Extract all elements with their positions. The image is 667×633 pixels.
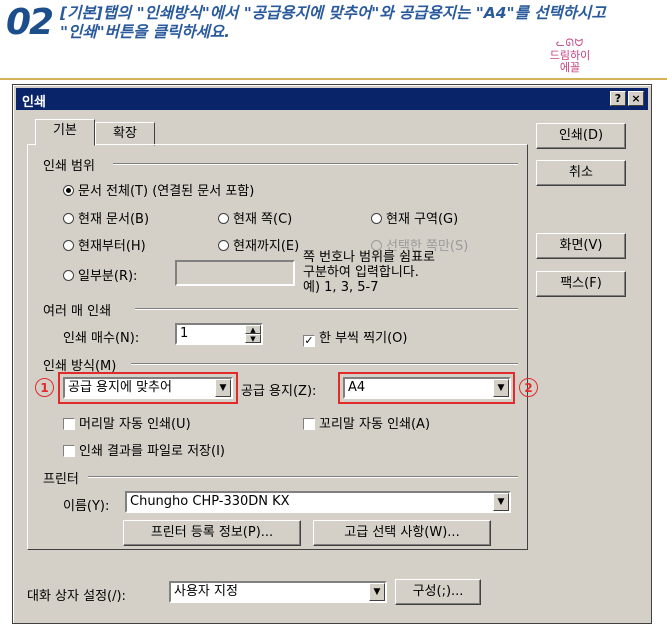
radio-all-dot (63, 185, 74, 196)
partial-range-hint: 쪽 번호나 범위를 쉼표로 구분하여 입력합니다. 예) 1, 3, 5-7 (303, 250, 435, 295)
print-method-divider (131, 363, 518, 365)
print-to-file-label: 인쇄 결과를 파일로 저장(I) (79, 444, 225, 459)
multi-print-divider (135, 308, 518, 310)
fax-button[interactable]: 팩스(F) (536, 271, 626, 297)
print-to-file-checkbox[interactable]: 인쇄 결과를 파일로 저장(I) (63, 440, 225, 459)
footer-auto-label: 꼬리말 자동 인쇄(A) (319, 417, 431, 432)
header-auto-checkbox[interactable]: 머리말 자동 인쇄(U) (63, 413, 191, 432)
chevron-down-icon[interactable]: ▼ (369, 583, 385, 601)
radio-current-section-dot (371, 213, 382, 224)
printer-label: 프린터 (43, 472, 79, 487)
radio-to-current[interactable]: 현재까지(E) (218, 235, 299, 254)
printer-name-select[interactable]: Chungho CHP-330DN KX ▼ (125, 491, 511, 513)
print-dialog: 인쇄 ? × 기본 확장 인쇄 범위 문서 전체(T) (연결된 문서 포함) … (12, 84, 652, 624)
multi-print-label: 여러 매 인쇄 (43, 304, 112, 319)
advanced-options-button[interactable]: 고급 선택 사항(W)... (313, 520, 491, 546)
tab-panel (27, 144, 528, 550)
radio-all[interactable]: 문서 전체(T) (연결된 문서 포함) (63, 180, 254, 199)
footer-auto-box (303, 418, 315, 430)
step-number: 02 (6, 2, 54, 43)
radio-current-section-label: 현재 구역(G) (386, 212, 459, 227)
spin-down-arrow-icon[interactable]: ▼ (245, 334, 261, 343)
brand-logo: ᓚᘏᗢ 드림하이 에꼴 (530, 38, 610, 74)
instruction-text: [기본]탭의 "인쇄방식"에서 "공급용지에 맞추어"와 공급용지는 "A4"를… (60, 4, 606, 41)
instruction-header: 02 [기본]탭의 "인쇄방식"에서 "공급용지에 맞추어"와 공급용지는 "A… (0, 0, 667, 82)
radio-current-doc[interactable]: 현재 문서(B) (63, 208, 149, 227)
close-button[interactable]: × (628, 91, 644, 106)
radio-current-page-dot (218, 213, 229, 224)
dialog-title: 인쇄 (22, 95, 46, 110)
dialog-settings-label: 대화 상자 설정(/): (27, 589, 126, 604)
dialog-settings-select[interactable]: 사용자 지정 ▼ (169, 581, 387, 603)
help-button[interactable]: ? (610, 91, 626, 106)
header-auto-label: 머리말 자동 인쇄(U) (79, 417, 191, 432)
copies-spinner[interactable]: 1 ▲ ▼ (175, 323, 263, 345)
radio-from-current[interactable]: 현재부터(H) (63, 235, 146, 254)
radio-to-current-dot (218, 240, 229, 251)
print-range-divider (113, 163, 518, 165)
radio-all-label: 문서 전체(T) (연결된 문서 포함) (78, 184, 255, 199)
tab-expand[interactable]: 확장 (95, 122, 155, 146)
annotation-circle-2: 2 (519, 378, 538, 397)
print-range-label: 인쇄 범위 (43, 159, 95, 174)
highlight-box-method (58, 372, 238, 404)
partial-range-input[interactable] (175, 260, 295, 286)
radio-partial-dot (63, 270, 74, 281)
printer-divider (88, 476, 518, 478)
printer-name-value: Chungho CHP-330DN KX (130, 494, 290, 509)
radio-current-section[interactable]: 현재 구역(G) (371, 208, 458, 227)
collate-checkbox[interactable]: ✓ 한 부씩 찍기(O) (303, 327, 407, 347)
radio-current-page-label: 현재 쪽(C) (233, 212, 293, 227)
radio-current-doc-label: 현재 문서(B) (78, 212, 150, 227)
paper-label: 공급 용지(Z): (241, 384, 317, 399)
cancel-button[interactable]: 취소 (536, 160, 626, 186)
spin-up-arrow-icon[interactable]: ▲ (245, 325, 261, 334)
preview-button[interactable]: 화면(V) (536, 233, 626, 259)
print-to-file-box (63, 445, 75, 457)
header-auto-box (63, 418, 75, 430)
configure-button[interactable]: 구성(;)... (395, 579, 481, 605)
radio-from-current-label: 현재부터(H) (78, 239, 146, 254)
footer-auto-checkbox[interactable]: 꼬리말 자동 인쇄(A) (303, 413, 430, 432)
radio-to-current-label: 현재까지(E) (233, 239, 300, 254)
header-divider (0, 78, 667, 80)
collate-check-icon: ✓ (303, 334, 315, 347)
collate-label: 한 부씩 찍기(O) (319, 331, 408, 346)
title-bar: 인쇄 ? × (16, 88, 648, 110)
radio-partial-label: 일부분(R): (78, 269, 138, 284)
radio-from-current-dot (63, 240, 74, 251)
tab-basic[interactable]: 기본 (35, 119, 95, 146)
printer-properties-button[interactable]: 프린터 등록 정보(P)... (123, 520, 301, 546)
radio-current-page[interactable]: 현재 쪽(C) (218, 208, 292, 227)
dialog-settings-value: 사용자 지정 (174, 584, 238, 599)
annotation-circle-1: 1 (35, 378, 54, 397)
highlight-box-paper (338, 372, 515, 404)
copies-label: 인쇄 매수(N): (63, 331, 140, 346)
printer-name-label: 이름(Y): (63, 499, 110, 514)
print-button[interactable]: 인쇄(D) (536, 123, 626, 149)
copies-value: 1 (180, 326, 189, 341)
radio-partial[interactable]: 일부분(R): (63, 265, 137, 284)
logo-line2: 에꼴 (559, 61, 581, 74)
radio-current-doc-dot (63, 213, 74, 224)
chevron-down-icon[interactable]: ▼ (493, 493, 509, 511)
